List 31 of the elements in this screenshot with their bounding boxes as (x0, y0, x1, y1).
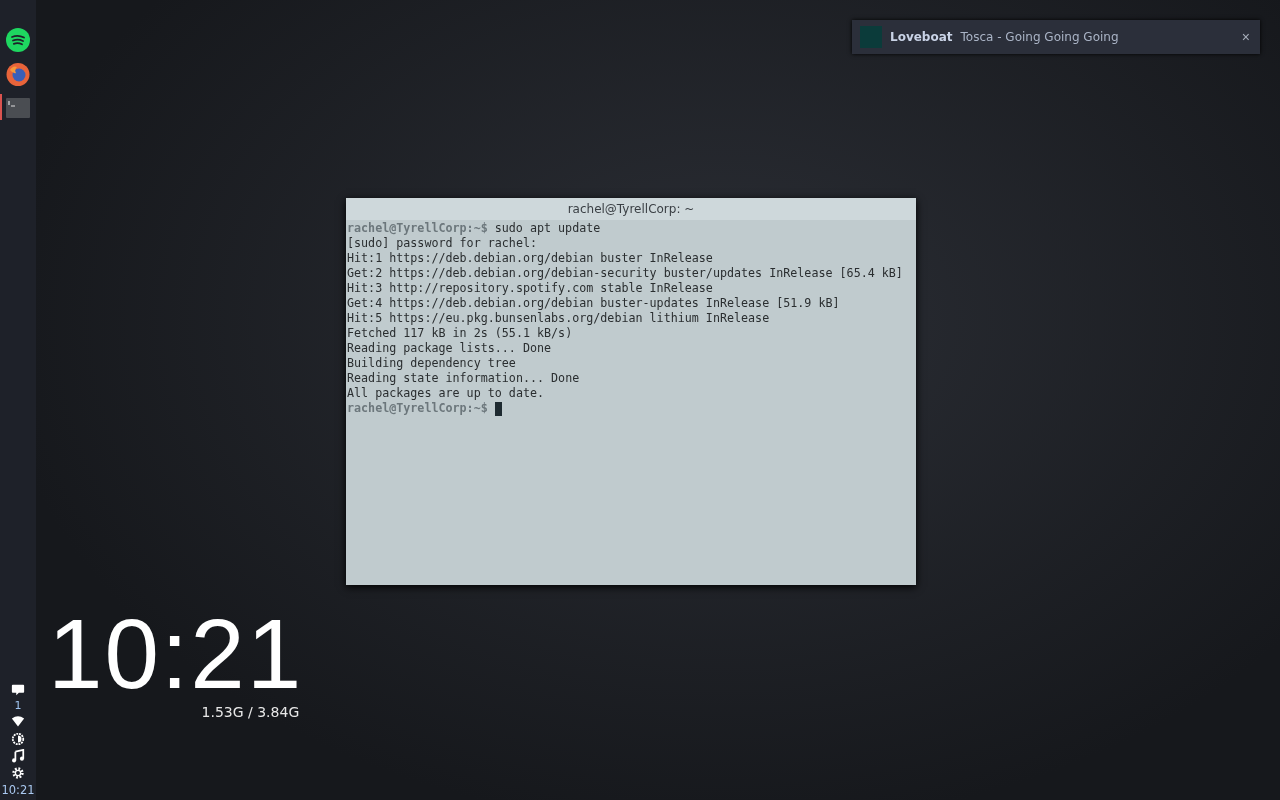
output-line: Reading state information... Done (347, 371, 580, 386)
output-line: Fetched 117 kB in 2s (55.1 kB/s) (347, 326, 573, 341)
music-note-icon[interactable] (11, 749, 25, 763)
output-line: All packages are up to date. (347, 386, 545, 401)
output-line: [sudo] password for rachel: (347, 236, 537, 251)
settings-icon[interactable] (11, 766, 25, 780)
notification-body: Tosca - Going Going Going (960, 30, 1119, 44)
output-line: Building dependency tree (347, 356, 516, 371)
brightness-icon[interactable] (11, 732, 25, 746)
command-text: sudo apt update (494, 221, 601, 236)
terminal-app-icon[interactable] (6, 98, 30, 118)
prompt-text: rachel@TyrellCorp:~$ (347, 401, 488, 416)
close-button[interactable]: × (1239, 29, 1252, 45)
chat-icon[interactable] (11, 683, 25, 697)
panel-clock: 10:21 (1, 783, 35, 797)
memory-usage: 1.53G / 3.84G (201, 704, 300, 720)
output-line: Reading package lists... Done (347, 341, 552, 356)
music-app-icon[interactable] (6, 28, 30, 52)
output-line: Hit:1 https://deb.debian.org/debian buster InRelease (347, 251, 713, 266)
output-line: Get:2 https://deb.debian.org/debian-security buster/updates InRelease [65.4 kB] (347, 266, 903, 281)
desktop-clock: 10:21 (48, 604, 304, 704)
window-title: rachel@TyrellCorp: ~ (346, 198, 916, 220)
output-line: Hit:5 https://eu.pkg.bunsenlabs.org/debian lithium InRelease (347, 311, 770, 326)
output-line: Get:4 https://deb.debian.org/debian buster-updates InRelease [51.9 kB] (347, 296, 840, 311)
album-art-placeholder (860, 26, 882, 48)
notification-count: 1 (14, 700, 22, 712)
browser-app-icon[interactable] (6, 62, 30, 86)
notification-title: Loveboat (890, 30, 953, 44)
output-line: Hit:3 http://repository.spotify.com stable InRelease (347, 281, 713, 296)
prompt-text: rachel@TyrellCorp:~$ (347, 221, 488, 236)
wifi-icon[interactable] (11, 715, 25, 729)
